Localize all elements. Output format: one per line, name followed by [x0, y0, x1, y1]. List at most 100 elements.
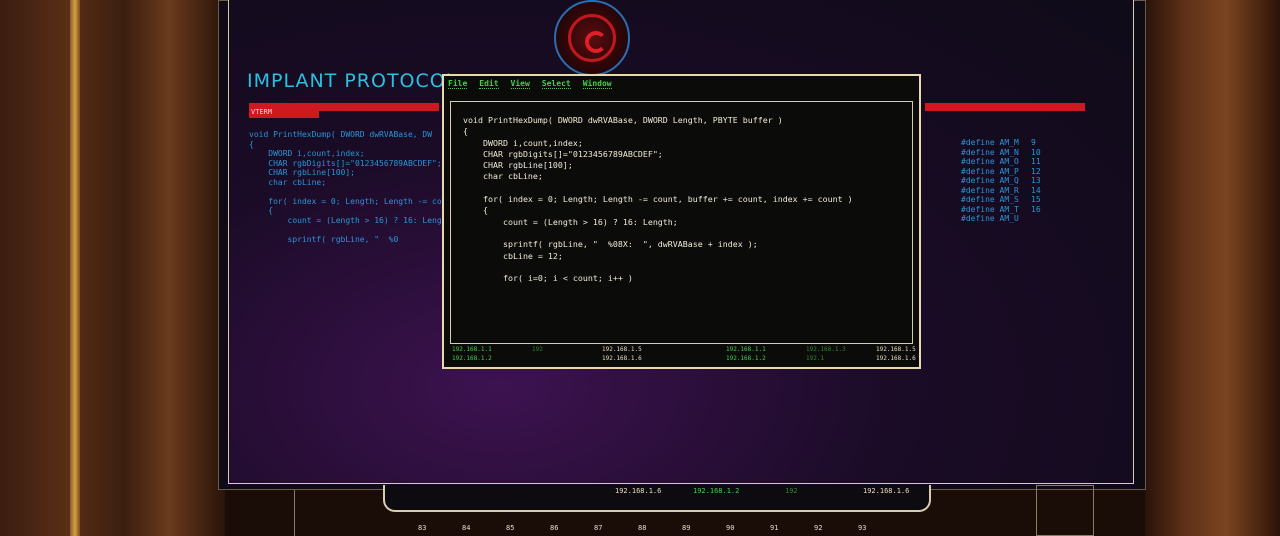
background-code-line	[249, 187, 456, 197]
define-row: #define AM_T 16	[961, 205, 1046, 215]
code-line: cbLine = 12;	[463, 250, 563, 261]
code-line: for( i=0; i < count; i++ )	[463, 273, 633, 284]
code-line: void PrintHexDump( DWORD dwRVABase, DWOR…	[463, 115, 783, 125]
ip-address: 192.168.1.1	[726, 346, 766, 353]
define-name: #define AM_U	[961, 214, 1019, 223]
background-code-line: {	[249, 206, 274, 215]
define-name: #define AM_Q	[961, 176, 1019, 185]
channel-number: 88	[638, 524, 647, 532]
code-line: {	[463, 126, 468, 137]
ip-address: 192.168.1.2	[452, 355, 492, 362]
define-value: 16	[1031, 204, 1041, 214]
wood-frame-left	[0, 0, 225, 536]
background-code-line: {	[249, 139, 254, 149]
vterm-tab[interactable]: VTERM	[249, 107, 319, 118]
code-line: char cbLine;	[463, 171, 543, 182]
base-ip-address: 192.168.1.2	[693, 487, 740, 495]
define-name: #define AM_T	[961, 204, 1019, 214]
define-row: #define AM_Q 13	[961, 176, 1046, 186]
logo-ring	[568, 14, 616, 62]
logo-c-glyph	[585, 31, 607, 53]
define-value: 14	[1031, 185, 1041, 195]
define-row: #define AM_S 15	[961, 195, 1046, 205]
ip-address-bar: 192.168.1.1 192.168.1.2 192 192.168.1.5 192.…	[450, 346, 916, 366]
code-line: for( index = 0; Length; Length -= count,…	[463, 194, 853, 205]
code-line: {	[463, 205, 488, 216]
menu-bar: File Edit View Select Window	[448, 79, 612, 89]
define-value: 12	[1031, 166, 1041, 176]
define-name: #define AM_R	[961, 185, 1019, 195]
channel-numbers: 83 84 85 86 87 88 89 90 91 92 93	[418, 524, 902, 532]
code-editor[interactable]: void PrintHexDump( DWORD dwRVABase, DWOR…	[450, 101, 913, 344]
code-line: DWORD i,count,index;	[463, 137, 583, 148]
background-code: void PrintHexDump( DWORD dwRVABase, DW{ …	[249, 130, 456, 244]
base-ip-address: 192	[785, 487, 798, 495]
define-name: #define AM_M	[961, 138, 1019, 147]
define-value: 9	[1031, 138, 1036, 147]
define-row: #define AM_P 12	[961, 167, 1046, 177]
define-row: #define AM_R 14	[961, 186, 1046, 196]
menu-item-window[interactable]: Window	[582, 79, 612, 89]
channel-number: 91	[770, 524, 779, 532]
right-rack	[1036, 485, 1094, 536]
background-code-line: CHAR rgbDigits[]="0123456789ABCDEF";	[249, 158, 442, 168]
ip-address: 192.168.1.3	[806, 346, 846, 353]
background-code-line: count = (Length > 16) ? 16: Length;	[249, 215, 457, 225]
channel-number: 92	[814, 524, 823, 532]
code-line: CHAR rgbLine[100];	[463, 160, 573, 171]
left-rack	[244, 490, 295, 536]
channel-number: 86	[550, 524, 559, 532]
define-value: 11	[1031, 157, 1041, 166]
background-code-line: for( index = 0; Length; Length -= count	[249, 196, 457, 206]
define-row: #define AM_O 11	[961, 157, 1046, 167]
code-line: CHAR rgbDigits[]="0123456789ABCDEF";	[463, 148, 663, 159]
background-code-line: DWORD i,count,index;	[249, 149, 365, 158]
code-text: void PrintHexDump( DWORD dwRVABase, DWOR…	[463, 115, 853, 284]
ip-address: 192.168.1.5	[602, 346, 642, 353]
background-code-line: sprintf( rgbLine, " %0	[249, 234, 399, 244]
define-name: #define AM_O	[961, 157, 1019, 166]
ip-address: 192	[532, 346, 543, 353]
channel-number: 93	[858, 524, 867, 532]
define-value: 15	[1031, 195, 1041, 204]
channel-number: 90	[726, 524, 735, 532]
ip-address: 192.168.1.6	[876, 355, 916, 362]
code-window[interactable]: File Edit View Select Window void PrintHexDu…	[442, 74, 921, 369]
define-name: #define AM_S	[961, 195, 1019, 204]
channel-number: 89	[682, 524, 691, 532]
brass-trim	[70, 0, 80, 536]
base-ip-address: 192.168.1.6	[615, 487, 662, 495]
channel-number: 87	[594, 524, 603, 532]
ip-address: 192.168.1.2	[726, 355, 766, 362]
define-list: #define AM_M 9 #define AM_N 10 #define AM_O 1…	[961, 138, 1046, 224]
define-value: 13	[1031, 176, 1041, 185]
define-value: 10	[1031, 147, 1041, 157]
menu-item-file[interactable]: File	[448, 79, 468, 89]
page-title: IMPLANT PROTOCOL	[247, 70, 458, 92]
red-bar-right	[925, 103, 1085, 111]
logo-icon	[554, 0, 630, 76]
wood-frame-right	[1145, 0, 1280, 536]
code-line: count = (Length > 16) ? 16: Length;	[463, 216, 678, 227]
define-name: #define AM_N	[961, 147, 1019, 157]
define-row: #define AM_N 10	[961, 148, 1046, 158]
base-ip-address: 192.168.1.6	[863, 487, 910, 495]
menu-item-select[interactable]: Select	[541, 79, 571, 89]
code-line: sprintf( rgbLine, " %08X: ", dwRVABase +…	[463, 239, 758, 250]
background-code-line: char cbLine;	[249, 177, 327, 187]
background-code-line: void PrintHexDump( DWORD dwRVABase, DW	[249, 130, 433, 139]
background-code-line: CHAR rgbLine[100];	[249, 168, 355, 177]
define-row: #define AM_U	[961, 214, 1046, 224]
channel-number: 84	[462, 524, 471, 532]
ip-address: 192.168.1.5	[876, 346, 916, 353]
channel-number: 85	[506, 524, 515, 532]
channel-number: 83	[418, 524, 427, 532]
menu-item-view[interactable]: View	[510, 79, 530, 89]
define-name: #define AM_P	[961, 166, 1019, 176]
ip-address: 192.168.1.1	[452, 346, 492, 353]
menu-item-edit[interactable]: Edit	[479, 79, 499, 89]
ip-address: 192.168.1.6	[602, 355, 642, 362]
